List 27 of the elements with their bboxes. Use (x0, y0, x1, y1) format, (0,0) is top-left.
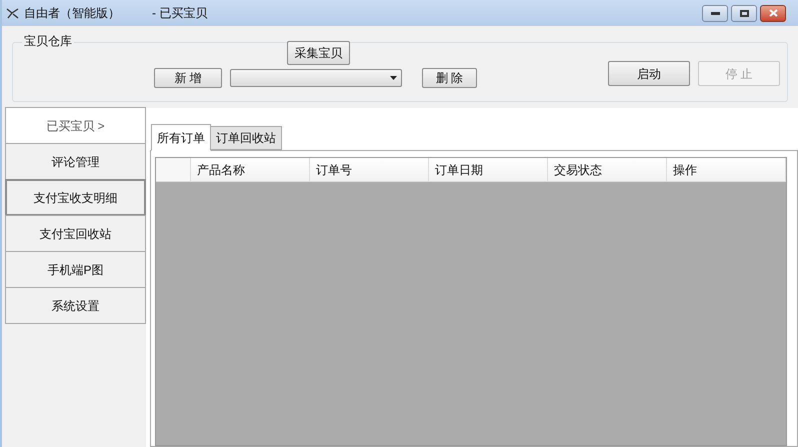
nav-item[interactable]: 评论管理 (5, 143, 146, 180)
dropdown[interactable] (230, 69, 402, 87)
app-icon (6, 7, 20, 19)
nav-item[interactable]: 支付宝回收站 (5, 215, 146, 252)
column-header: 产品名称 (191, 158, 310, 181)
tab[interactable]: 所有订单 (151, 124, 211, 151)
close-icon (768, 9, 778, 17)
window-title: 自由者（智能版） (24, 5, 120, 22)
nav-item[interactable]: 系统设置 (5, 287, 146, 324)
column-header: 操作 (667, 158, 786, 181)
nav-item[interactable]: 手机端P图 (5, 251, 146, 288)
action-button[interactable]: 新 增 (154, 68, 222, 88)
close-button[interactable] (760, 4, 786, 22)
tab[interactable]: 订单回收站 (210, 126, 282, 150)
dropdown-arrow-icon (390, 76, 397, 80)
action-button[interactable]: 采集宝贝 (287, 41, 350, 65)
column-header: 订单号 (310, 158, 429, 181)
action-button[interactable]: 启动 (608, 61, 690, 86)
column-header: 订单日期 (429, 158, 548, 181)
window-subtitle: - 已买宝贝 (152, 5, 208, 22)
group-title: 宝贝仓库 (22, 32, 74, 50)
nav-item[interactable]: 已买宝贝 > (5, 107, 146, 144)
column-header: 交易状态 (548, 158, 667, 181)
action-button[interactable]: 删 除 (422, 68, 477, 88)
minimize-button[interactable] (702, 4, 728, 22)
maximize-button[interactable] (731, 4, 757, 22)
nav-item[interactable]: 支付宝收支明细 (5, 179, 146, 216)
